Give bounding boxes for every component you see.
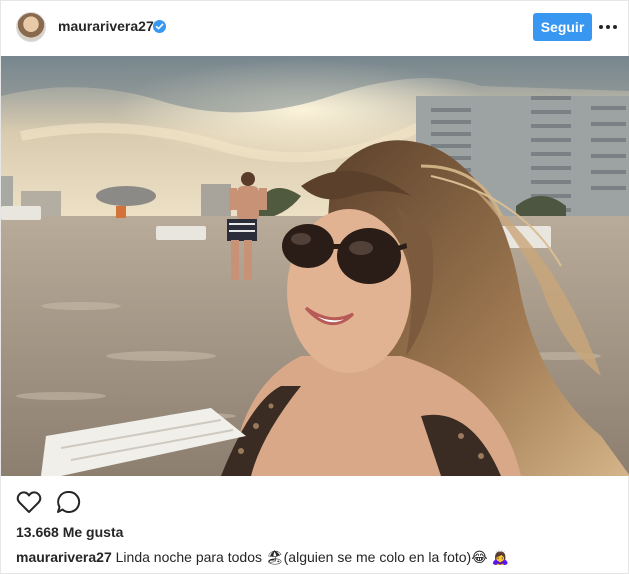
post-actions: [1, 478, 629, 524]
caption-username[interactable]: maurarivera27: [16, 549, 112, 565]
more-options-icon[interactable]: [599, 18, 619, 34]
username[interactable]: maurarivera27: [58, 18, 154, 34]
post-photo[interactable]: [1, 56, 629, 476]
post-card: maurarivera27 Seguir 13.668 Me gusta mau…: [0, 0, 629, 574]
follow-button[interactable]: Seguir: [533, 13, 592, 41]
post-caption: maurarivera27 Linda noche para todos 🏖(a…: [16, 549, 509, 566]
caption-text: Linda noche para todos 🏖(alguien se me c…: [115, 549, 509, 565]
likes-count[interactable]: 13.668 Me gusta: [16, 524, 123, 540]
post-header: maurarivera27 Seguir: [1, 1, 628, 55]
avatar[interactable]: [16, 12, 46, 42]
verified-badge-icon: [153, 20, 166, 33]
heart-icon[interactable]: [16, 490, 42, 514]
comment-icon[interactable]: [56, 490, 82, 514]
